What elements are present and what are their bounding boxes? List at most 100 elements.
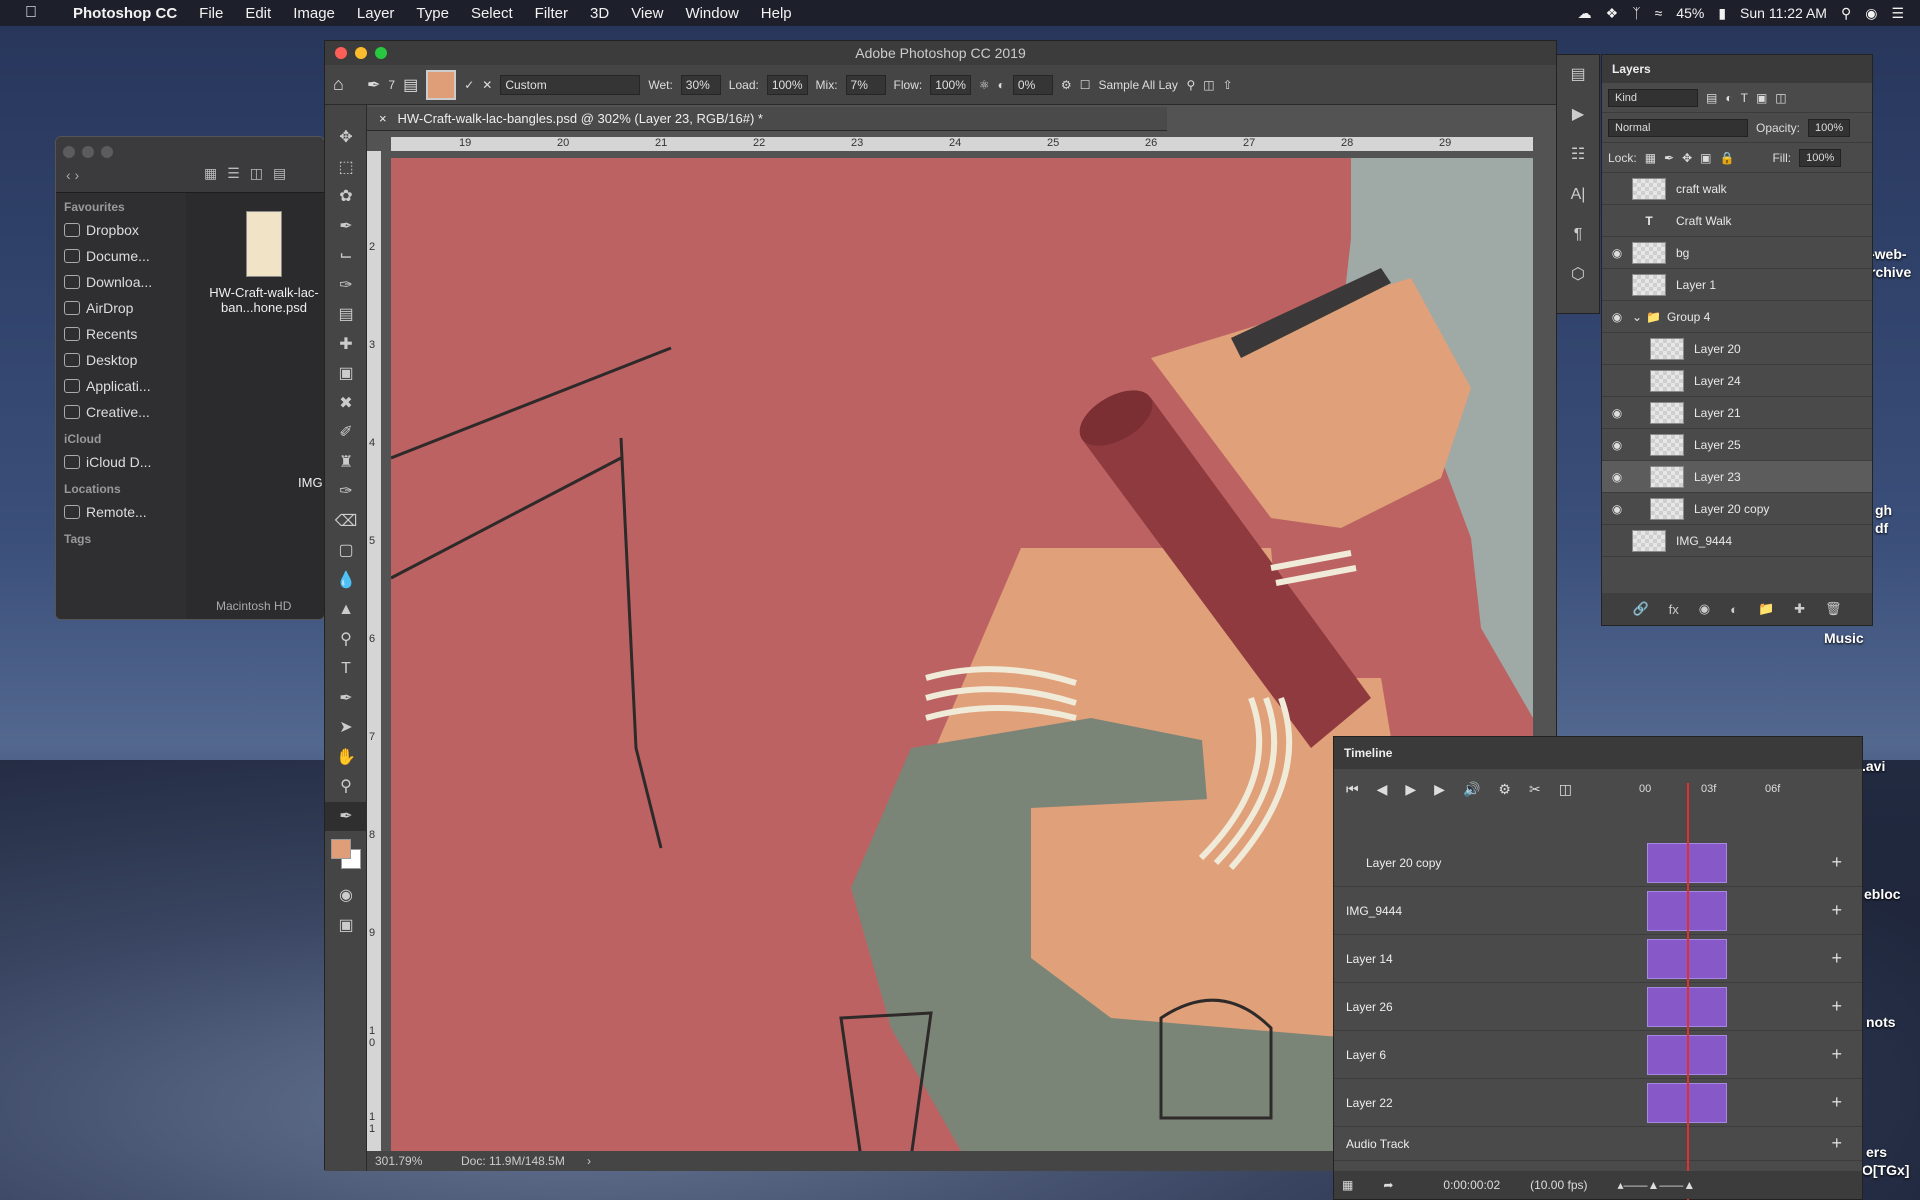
close-button[interactable] (335, 47, 347, 59)
next-frame-icon[interactable]: ▶ (1434, 781, 1445, 798)
audio-icon[interactable]: 🔊 (1463, 781, 1480, 798)
menu-file[interactable]: File (188, 5, 234, 22)
img-file-label[interactable]: IMG (298, 475, 323, 490)
fx-icon[interactable]: fx (1669, 602, 1679, 617)
patch-tool-icon[interactable]: ✖ (325, 389, 367, 419)
layer-row-selected[interactable]: ◉ Layer 23 (1602, 461, 1872, 493)
fill-input[interactable]: 100% (1799, 148, 1842, 167)
add-mask-icon[interactable]: ◉ (1699, 601, 1710, 617)
3d-panel-icon[interactable]: ⬡ (1557, 255, 1599, 295)
clone-stamp-icon[interactable]: ♜ (325, 448, 367, 478)
eye-icon[interactable]: ◉ (1602, 438, 1632, 452)
battery-icon[interactable]: ▮ (1718, 5, 1726, 22)
layer-row[interactable]: ◉ Layer 20 copy (1602, 493, 1872, 525)
timeline-track[interactable]: Layer 14 + (1334, 935, 1862, 983)
timeline-ruler[interactable]: 00 03f 06f (1639, 783, 1864, 811)
opacity-input[interactable]: 100% (1808, 118, 1851, 137)
history-panel-icon[interactable]: ▤ (1557, 55, 1599, 95)
minimize-button[interactable] (355, 47, 367, 59)
home-icon[interactable]: ⌂ (333, 74, 359, 95)
dodge-tool-icon[interactable]: ⚲ (325, 625, 367, 655)
play-icon[interactable]: ▶ (1405, 781, 1416, 798)
timeline-track[interactable]: Layer 26 + (1334, 983, 1862, 1031)
playhead[interactable] (1687, 783, 1689, 1200)
blend-mode-dropdown[interactable]: Normal (1608, 118, 1748, 137)
desktop-icon-label[interactable]: ebloc (1864, 886, 1901, 902)
add-media-icon[interactable]: + (1831, 852, 1842, 873)
content-aware-icon[interactable]: ▣ (325, 359, 367, 389)
play-actions-icon[interactable]: ▶ (1557, 95, 1599, 135)
layers-panel-title[interactable]: Layers (1602, 55, 1872, 83)
previous-frame-icon[interactable]: ◀ (1377, 781, 1388, 798)
creative-cloud-icon[interactable]: ☁ (1578, 5, 1592, 22)
clock[interactable]: Sun 11:22 AM (1740, 5, 1827, 21)
desktop-icon-label[interactable]: rchive (1870, 264, 1911, 280)
sidebar-item-airdrop[interactable]: AirDrop (56, 295, 186, 321)
eyedropper-tool-icon[interactable]: ✑ (325, 271, 367, 301)
layer-row[interactable]: ◉ Layer 21 (1602, 397, 1872, 429)
zoom-button[interactable] (375, 47, 387, 59)
apple-icon[interactable]:  (0, 4, 62, 22)
angle-input[interactable]: 0% (1012, 74, 1053, 95)
lock-position-icon[interactable]: ✥ (1682, 151, 1692, 165)
add-media-icon[interactable]: + (1831, 900, 1842, 921)
brush-size[interactable]: 7 (388, 78, 395, 92)
sidebar-item-creative[interactable]: Creative... (56, 399, 186, 425)
first-frame-icon[interactable]: ⏮ (1346, 781, 1359, 798)
flow-input[interactable]: 100% (930, 74, 971, 95)
menu-3d[interactable]: 3D (579, 5, 620, 22)
shape-filter-icon[interactable]: ▣ (1756, 91, 1767, 105)
new-group-icon[interactable]: 📁 (1758, 601, 1774, 617)
lock-all-icon[interactable]: 🔒 (1720, 151, 1735, 165)
airbrush-icon[interactable]: ⚛ (979, 78, 990, 92)
add-audio-icon[interactable]: + (1831, 1133, 1842, 1154)
sharpen-tool-icon[interactable]: ▲ (325, 595, 367, 625)
view-mode-buttons[interactable]: ▦☰◫▤ (204, 165, 296, 182)
crop-tool-icon[interactable]: ⌙ (325, 241, 367, 271)
close-tab-icon[interactable]: × (379, 111, 387, 126)
move-tool-icon[interactable]: ✥ (325, 123, 367, 153)
menu-image[interactable]: Image (282, 5, 346, 22)
menu-view[interactable]: View (620, 5, 674, 22)
audio-track[interactable]: Audio Track + (1334, 1127, 1862, 1161)
search-icon[interactable]: ⚲ (1186, 78, 1195, 92)
timeline-track[interactable]: Layer 20 copy + (1334, 839, 1862, 887)
document-tab[interactable]: × HW-Craft-walk-lac-bangles.psd @ 302% (… (367, 107, 1167, 131)
type-tool-icon[interactable]: T (325, 654, 367, 684)
eye-icon[interactable]: ◉ (1602, 406, 1632, 420)
transition-icon[interactable]: ◫ (1559, 781, 1572, 798)
layer-row[interactable]: craft walk (1602, 173, 1872, 205)
timeline-track[interactable]: Layer 22 + (1334, 1079, 1862, 1127)
split-scissors-icon[interactable]: ✂ (1529, 781, 1541, 798)
layer-row[interactable]: ◉ Layer 25 (1602, 429, 1872, 461)
battery-percent[interactable]: 45% (1676, 5, 1704, 21)
quick-select-tool-icon[interactable]: ✒ (325, 212, 367, 242)
minimize-button[interactable] (82, 146, 94, 158)
gradient-tool-icon[interactable]: ▢ (325, 536, 367, 566)
desktop-icon-label[interactable]: .avi (1862, 758, 1885, 774)
desktop-icon-label[interactable]: df (1875, 520, 1888, 536)
render-video-icon[interactable]: ➦ (1383, 1178, 1393, 1192)
foreground-color[interactable] (331, 839, 351, 859)
current-brush-load-swatch[interactable] (426, 69, 457, 100)
timeline-track[interactable]: IMG_9444 + (1334, 887, 1862, 935)
adjustment-layer-icon[interactable]: ◐ (1730, 602, 1738, 617)
menu-help[interactable]: Help (750, 5, 803, 22)
marquee-tool-icon[interactable]: ⬚ (325, 153, 367, 183)
pen-tool-icon[interactable]: ✒ (325, 684, 367, 714)
kind-filter-dropdown[interactable]: Kind (1608, 88, 1698, 107)
pixel-filter-icon[interactable]: ▤ (1706, 91, 1717, 105)
spotlight-search-icon[interactable]: ⚲ (1841, 5, 1851, 22)
paragraph-panel-icon[interactable]: ¶ (1557, 215, 1599, 255)
zoom-tool-icon[interactable]: ⚲ (325, 772, 367, 802)
settings-gear-icon[interactable]: ⚙ (1498, 781, 1511, 798)
doc-size[interactable]: Doc: 11.9M/148.5M (461, 1151, 565, 1171)
add-media-icon[interactable]: + (1831, 948, 1842, 969)
type-filter-icon[interactable]: T (1741, 91, 1748, 105)
layer-row[interactable]: Layer 1 (1602, 269, 1872, 301)
desktop-icon-label[interactable]: -web- (1870, 246, 1907, 262)
sidebar-item-downloads[interactable]: Downloa... (56, 269, 186, 295)
load-input[interactable]: 100% (766, 74, 808, 95)
healing-brush-icon[interactable]: ✚ (325, 330, 367, 360)
lock-transparency-icon[interactable]: ▦ (1645, 151, 1656, 165)
